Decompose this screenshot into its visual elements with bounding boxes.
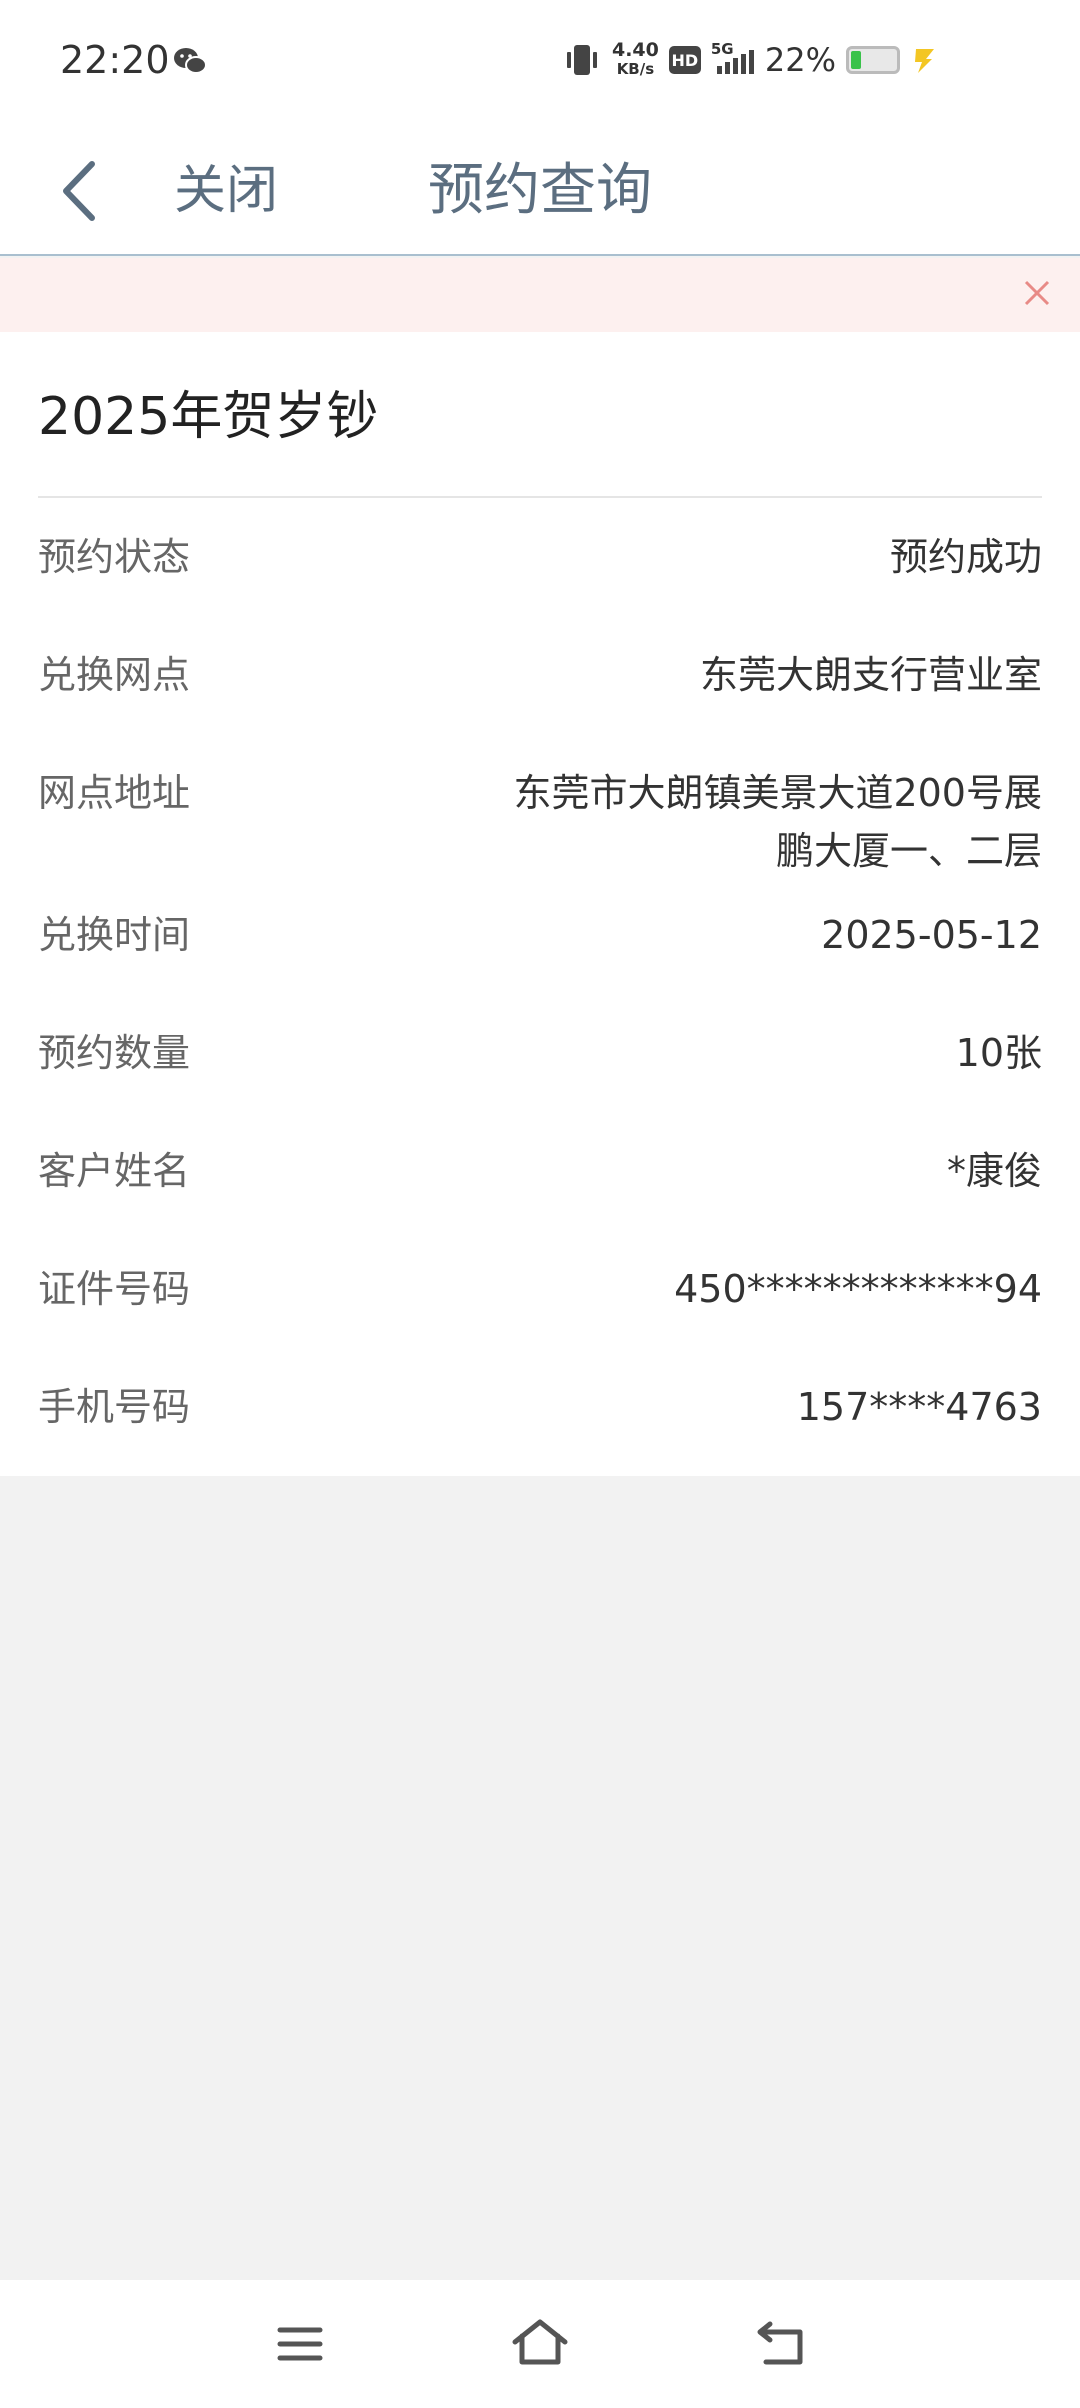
network-speed: 4.40 KB/s bbox=[612, 41, 659, 79]
address-line-2: 鹏大厦一、二层 bbox=[775, 829, 1042, 873]
hd-badge: HD bbox=[668, 46, 701, 74]
row-label: 预约数量 bbox=[38, 1031, 191, 1075]
row-label: 手机号码 bbox=[38, 1385, 191, 1429]
home-icon[interactable] bbox=[510, 2316, 570, 2370]
row-value: *康俊 bbox=[946, 1149, 1042, 1193]
divider bbox=[38, 496, 1042, 498]
row-label: 客户姓名 bbox=[38, 1149, 191, 1193]
wechat-icon bbox=[174, 48, 207, 74]
nav-bar: 关闭 预约查询 bbox=[0, 126, 1080, 256]
back-icon[interactable] bbox=[756, 2316, 808, 2370]
row-label: 兑换网点 bbox=[38, 653, 191, 697]
row-label: 证件号码 bbox=[38, 1267, 191, 1311]
row-value: 预约成功 bbox=[889, 535, 1042, 579]
chevron-left-icon[interactable] bbox=[58, 156, 102, 226]
network-speed-value: 4.40 bbox=[611, 39, 659, 61]
status-time: 22:20 bbox=[60, 38, 170, 82]
notice-banner bbox=[0, 258, 1080, 332]
charging-icon bbox=[915, 49, 934, 73]
row-value: 2025-05-12 bbox=[821, 913, 1042, 957]
battery-icon bbox=[846, 46, 900, 74]
status-bar: 22:20 4.40 KB/s HD 5G 22% bbox=[0, 0, 1080, 126]
close-button[interactable]: 关闭 bbox=[174, 156, 278, 226]
row-value: 157****4763 bbox=[796, 1385, 1042, 1429]
page-title: 预约查询 bbox=[428, 158, 652, 223]
close-icon[interactable] bbox=[1022, 278, 1052, 308]
address-line-1: 东莞市大朗镇美景大道200号展 bbox=[513, 771, 1042, 815]
row-value: 10张 bbox=[955, 1031, 1042, 1075]
row-value: 东莞大朗支行营业室 bbox=[699, 653, 1042, 697]
row-label: 兑换时间 bbox=[38, 913, 191, 957]
system-nav-bar bbox=[0, 2280, 1080, 2408]
status-icons: 4.40 KB/s HD 5G 22% bbox=[562, 40, 940, 80]
signal-icon: 5G bbox=[711, 40, 755, 76]
card-title: 2025年贺岁钞 bbox=[38, 387, 379, 447]
row-label: 预约状态 bbox=[38, 535, 191, 579]
vibrate-icon bbox=[566, 45, 597, 75]
network-speed-unit: KB/s bbox=[616, 60, 655, 78]
reservation-card: 2025年贺岁钞 预约状态 预约成功 兑换网点 东莞大朗支行营业室 网点地址 东… bbox=[0, 332, 1080, 1476]
row-value: 450*************94 bbox=[674, 1267, 1042, 1311]
menu-icon[interactable] bbox=[276, 2320, 324, 2368]
row-label: 网点地址 bbox=[38, 771, 191, 815]
battery-percent: 22% bbox=[764, 41, 836, 79]
row-value: 东莞市大朗镇美景大道200号展 鹏大厦一、二层 bbox=[482, 764, 1042, 880]
